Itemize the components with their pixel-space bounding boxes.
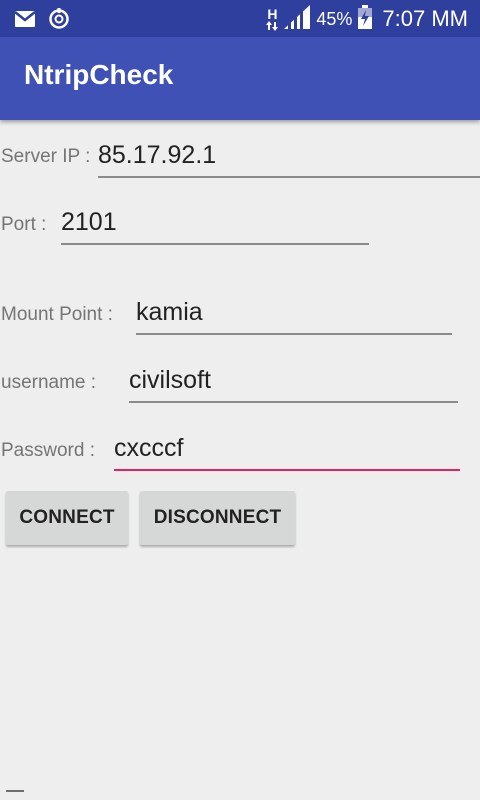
battery-percent: 45% — [316, 8, 353, 29]
status-indicators: H 45% 7:07 MM — [266, 4, 468, 34]
mount-point-field[interactable] — [136, 293, 452, 335]
status-bar: H 45% 7:07 MM — [0, 0, 480, 37]
clock: 7:07 MM — [382, 6, 468, 31]
mount-point-input[interactable] — [136, 293, 452, 331]
server-ip-field[interactable] — [98, 136, 480, 178]
port-field[interactable] — [61, 203, 369, 245]
network-type-label: H — [267, 6, 278, 22]
port-label: Port : — [1, 214, 47, 235]
username-input[interactable] — [129, 361, 458, 399]
mount-point-label: Mount Point : — [1, 304, 113, 325]
battery-charging-icon — [358, 4, 373, 34]
disconnect-button[interactable]: DISCONNECT — [140, 491, 295, 545]
divider — [6, 790, 24, 792]
server-ip-input[interactable] — [98, 136, 480, 174]
gmail-icon — [14, 10, 36, 33]
app-bar: NtripCheck — [0, 37, 480, 120]
password-field[interactable] — [114, 429, 460, 471]
password-label: Password : — [1, 440, 95, 461]
password-input[interactable] — [114, 429, 460, 467]
username-label: username : — [1, 372, 97, 393]
notification-icons — [14, 8, 70, 35]
port-input[interactable] — [61, 203, 369, 241]
connect-button[interactable]: CONNECT — [6, 491, 128, 545]
sync-icon — [48, 8, 70, 35]
server-ip-label: Server IP : — [1, 146, 91, 167]
username-field[interactable] — [129, 361, 458, 403]
signal-icon — [284, 4, 311, 34]
app-title: NtripCheck — [24, 59, 174, 90]
data-arrows-icon: H — [266, 6, 279, 31]
